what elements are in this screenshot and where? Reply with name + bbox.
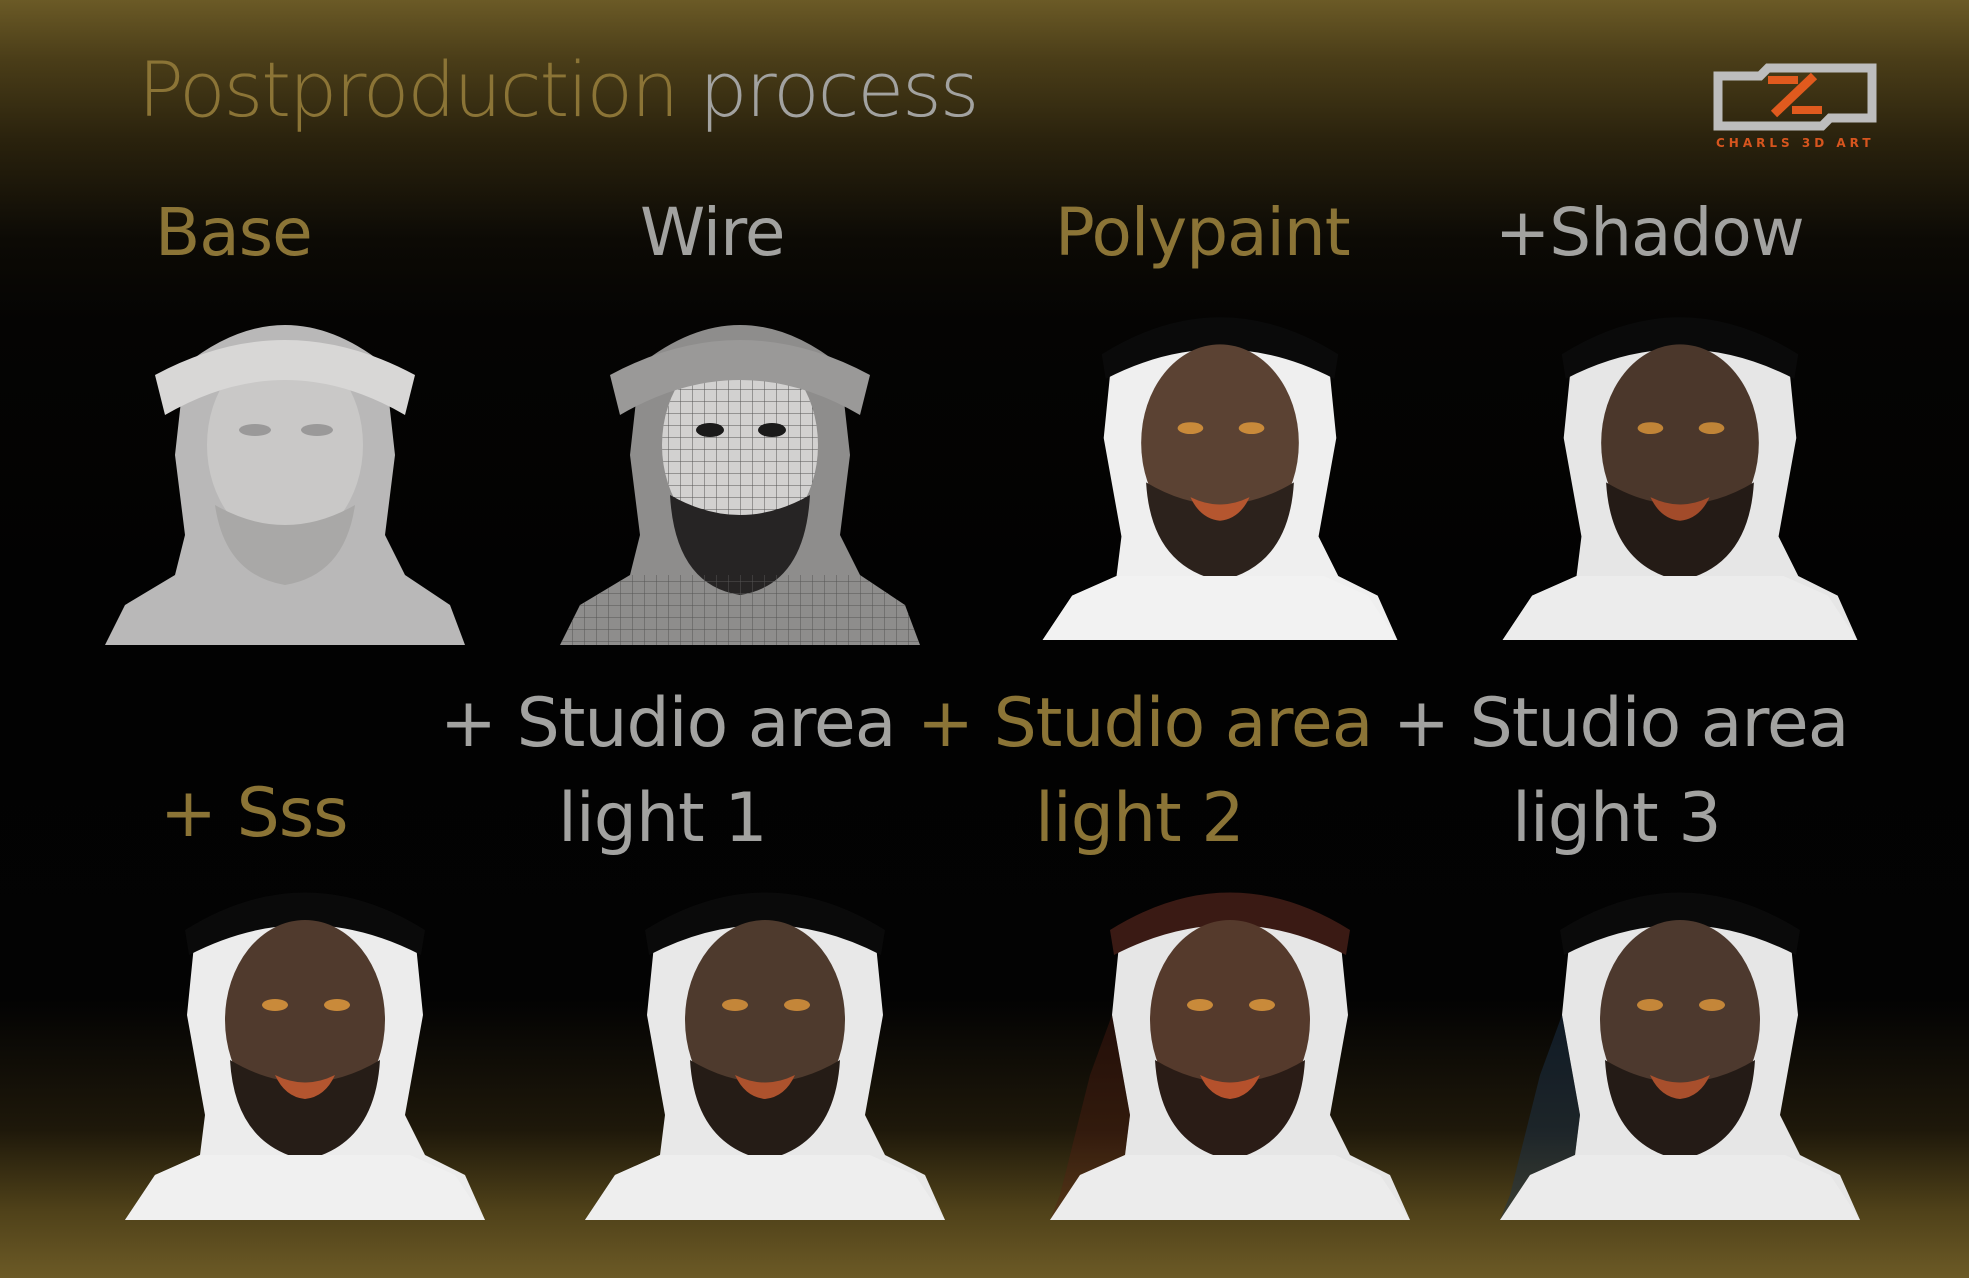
charls-logo-icon	[1712, 62, 1878, 136]
render-thumbnail-shadow	[1500, 300, 1860, 640]
stage-label-sss: + Sss	[160, 774, 349, 853]
page-title: Postproduction process	[138, 45, 979, 134]
title-part-1: Postproduction	[138, 45, 679, 134]
stage-label-studio-light-3-line-1: + Studio area	[1393, 684, 1849, 763]
stage-label-wire: Wire	[640, 194, 785, 271]
stage-label-studio-light-2-line-1: + Studio area	[917, 684, 1373, 763]
render-thumbnail-polypaint	[1040, 300, 1400, 640]
render-thumbnail-base	[105, 305, 465, 645]
render-thumbnail-sss	[125, 875, 485, 1220]
stage-label-shadow: +Shadow	[1495, 194, 1805, 271]
render-thumbnail-studio-light-2	[1050, 875, 1410, 1220]
title-part-2: process	[699, 45, 979, 134]
stage-label-polypaint: Polypaint	[1055, 194, 1351, 271]
render-thumbnail-studio-light-3	[1500, 875, 1860, 1220]
stage-label-studio-light-1-line-2: light 1	[558, 779, 768, 858]
render-thumbnail-studio-light-1	[585, 875, 945, 1220]
logo-caption: CHARLS 3D ART	[1716, 136, 1875, 150]
render-thumbnail-wire	[560, 305, 920, 645]
stage-label-studio-light-3-line-2: light 3	[1512, 779, 1722, 858]
stage-label-studio-light-1-line-1: + Studio area	[440, 684, 896, 763]
stage-label-base: Base	[155, 194, 313, 271]
stage-label-studio-light-2-line-2: light 2	[1035, 779, 1245, 858]
